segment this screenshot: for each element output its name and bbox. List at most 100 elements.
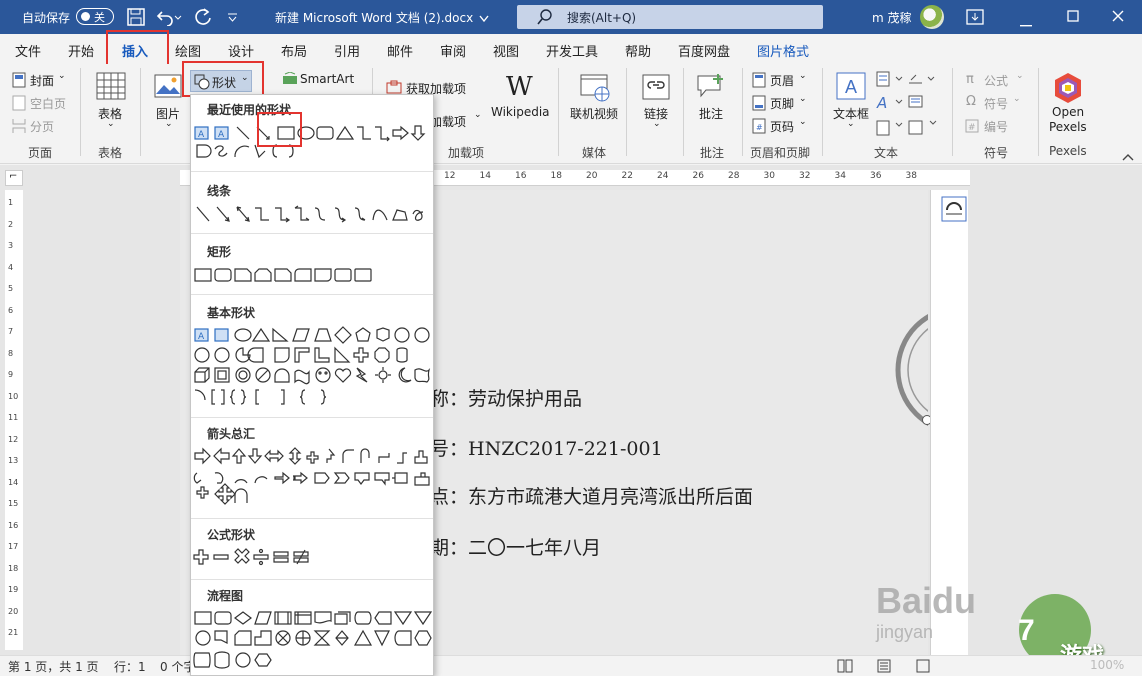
tab-view[interactable]: 视图 <box>493 41 519 60</box>
wikipedia-button[interactable]: Wikipedia <box>491 105 550 119</box>
read-mode-icon[interactable] <box>837 659 853 676</box>
tab-layout[interactable]: 布局 <box>281 41 307 60</box>
autosave-toggle[interactable]: 关 <box>76 8 114 25</box>
redo-icon[interactable] <box>194 8 212 29</box>
pexels-icon <box>1052 72 1084 107</box>
svg-text:#: # <box>968 123 976 133</box>
search-placeholder: 搜索(Alt+Q) <box>567 11 637 25</box>
avatar[interactable] <box>920 5 944 29</box>
collapse-ribbon-icon[interactable] <box>1122 150 1134 164</box>
undo-icon[interactable] <box>156 8 182 29</box>
pexels-line2[interactable]: Pexels <box>1049 120 1087 134</box>
tab-baidu-netdisk[interactable]: 百度网盘 <box>678 41 730 60</box>
header-button[interactable]: 页眉 <box>770 72 794 89</box>
tab-picture-format[interactable]: 图片格式 <box>757 41 809 60</box>
group-comments: 批注 <box>700 146 725 160</box>
vruler-tick-label: 2 <box>8 219 14 229</box>
chevron-down-icon[interactable] <box>479 12 489 26</box>
tab-mailings[interactable]: 邮件 <box>387 41 413 60</box>
section-lines: 线条 <box>207 184 232 198</box>
page-break-button[interactable]: 分页 <box>30 118 54 135</box>
tab-review[interactable]: 审阅 <box>440 41 466 60</box>
equation-button[interactable]: 公式 <box>984 72 1008 89</box>
tab-home[interactable]: 开始 <box>68 41 94 60</box>
close-icon[interactable] <box>1112 10 1124 25</box>
ribbon-display-icon[interactable] <box>966 9 984 28</box>
wikipedia-icon: W <box>506 72 533 102</box>
recent-shapes-gallery[interactable]: A A <box>193 123 433 163</box>
vruler-tick-label: 17 <box>8 542 19 551</box>
vruler-tick-label: 20 <box>8 606 19 616</box>
ruler-tick-label: 28 <box>728 171 740 181</box>
page-number-button[interactable]: 页码 <box>770 118 794 135</box>
blank-page-button[interactable]: 空白页 <box>30 95 66 112</box>
vertical-ruler[interactable]: 1 2 3 4 5 6 7 8 9 10 11 12 13 14 15 16 17 18 19 20 21 <box>5 190 23 650</box>
quick-parts-icon: A <box>876 71 912 140</box>
group-tables: 表格 <box>98 146 123 160</box>
tab-file[interactable]: 文件 <box>15 41 41 60</box>
maximize-icon[interactable] <box>1067 10 1079 25</box>
link-icon <box>642 74 670 103</box>
vruler-tick-label: 14 <box>8 477 19 487</box>
document-title: 新建 Microsoft Word 文档 (2).docx <box>275 11 474 25</box>
group-pexels: Pexels <box>1049 144 1087 158</box>
vruler-tick-label: 11 <box>8 413 19 422</box>
line-count[interactable]: 行：1 <box>114 658 146 675</box>
vruler-tick-label: 6 <box>8 305 14 315</box>
user-name[interactable]: m 茂稼 <box>872 9 912 26</box>
section-flowchart: 流程图 <box>207 589 244 603</box>
tab-developer[interactable]: 开发工具 <box>546 41 598 60</box>
web-layout-icon[interactable] <box>916 659 930 676</box>
rectangles-gallery[interactable] <box>193 266 433 286</box>
minimize-icon[interactable] <box>1020 16 1032 30</box>
tab-selector[interactable]: ⌐ <box>5 170 23 186</box>
lines-gallery[interactable] <box>193 204 433 226</box>
layout-options-icon[interactable] <box>941 196 967 225</box>
page-break-icon <box>12 118 26 137</box>
vruler-tick-label: 9 <box>8 370 14 379</box>
cover-page-icon <box>12 72 26 91</box>
page-number-icon: # <box>752 118 766 137</box>
customize-qat-icon[interactable] <box>228 11 238 25</box>
ruler-tick-label: 36 <box>870 171 882 181</box>
group-header-footer: 页眉和页脚 <box>750 146 811 160</box>
smartart-button[interactable]: SmartArt <box>300 72 354 86</box>
vruler-tick-label: 4 <box>8 262 14 272</box>
block-arrows-gallery[interactable] <box>193 447 433 507</box>
autosave-state: 关 <box>94 11 105 24</box>
svg-text:A: A <box>845 77 857 97</box>
section-equation-shapes: 公式形状 <box>207 528 256 542</box>
numbering-icon: # <box>965 119 979 136</box>
flowchart-gallery[interactable] <box>193 609 433 671</box>
search-box[interactable]: 搜索(Alt+Q) <box>517 5 823 29</box>
title-bar: 自动保存 关 新建 Microsoft Word 文档 (2).docx 搜索(… <box>0 0 1142 34</box>
online-video-button[interactable]: 联机视频 <box>570 105 618 122</box>
textbox-icon: A <box>836 72 866 103</box>
footer-button[interactable]: 页脚 <box>770 95 794 112</box>
doc-line-number: 号：HNZC2017-221-001 <box>430 438 663 460</box>
vruler-tick-label: 18 <box>8 563 19 573</box>
basic-shapes-gallery[interactable]: A <box>193 326 433 410</box>
vruler-tick-label: 7 <box>8 327 14 336</box>
zoom-level[interactable]: 100% <box>1090 658 1124 672</box>
comment-icon <box>696 72 726 103</box>
cover-page-button[interactable]: 封面 <box>30 72 54 89</box>
smartart-icon <box>282 71 298 89</box>
print-layout-icon[interactable] <box>877 659 891 676</box>
tab-draw[interactable]: 绘图 <box>175 41 201 60</box>
doc-line-location: 点：东方市疏港大道月亮湾派出所后面 <box>430 486 754 508</box>
svg-text:#: # <box>756 123 763 132</box>
tab-references[interactable]: 引用 <box>334 41 360 60</box>
equation-shapes-gallery[interactable] <box>193 548 433 570</box>
tab-help[interactable]: 帮助 <box>625 41 651 60</box>
numbering-button[interactable]: 编号 <box>984 118 1008 135</box>
pexels-line1[interactable]: Open <box>1052 105 1084 119</box>
vruler-tick-label: 10 <box>8 391 19 401</box>
page-count[interactable]: 第 1 页，共 1 页 <box>8 658 99 675</box>
comment-button[interactable]: 批注 <box>699 105 723 122</box>
vruler-tick-label: 19 <box>8 585 19 594</box>
save-icon[interactable] <box>127 8 145 29</box>
group-symbols: 符号 <box>984 146 1009 160</box>
tab-design[interactable]: 设计 <box>228 41 254 60</box>
symbol-button[interactable]: 符号 <box>984 95 1008 112</box>
